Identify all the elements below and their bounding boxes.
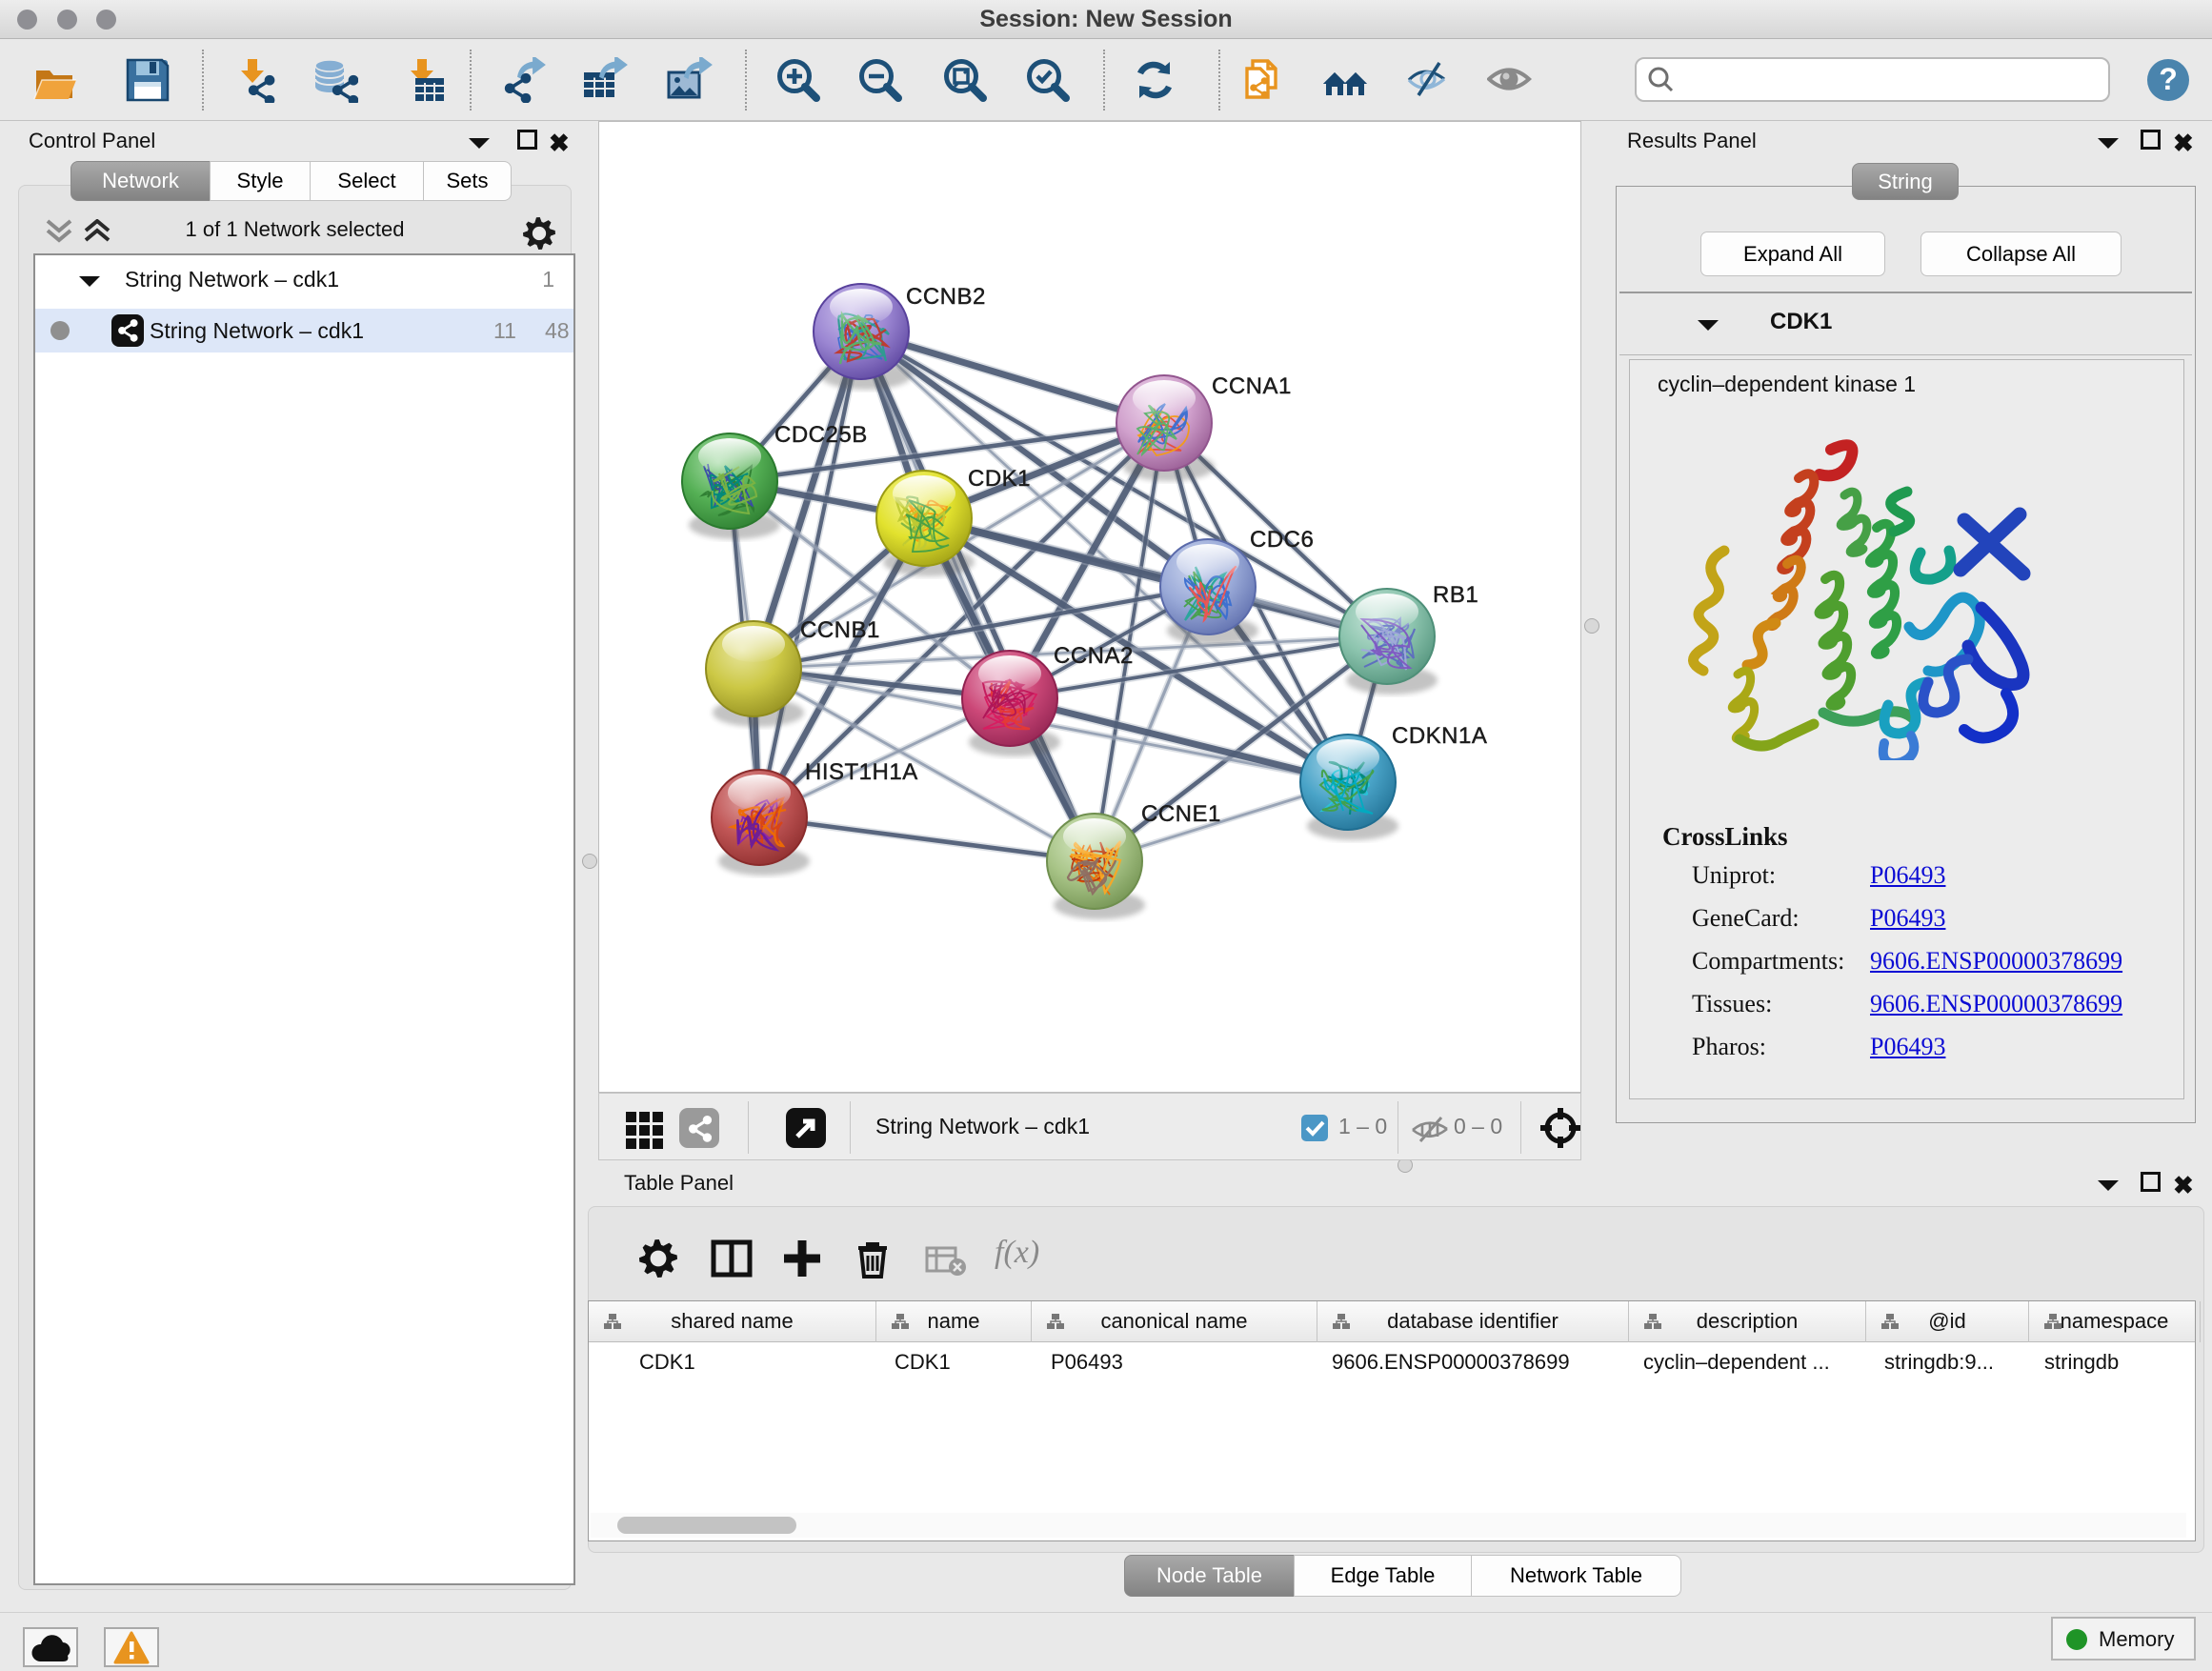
svg-text:CDC25B: CDC25B [774, 422, 868, 448]
svg-text:CCNA2: CCNA2 [1054, 643, 1134, 669]
svg-text:CCNE1: CCNE1 [1141, 801, 1221, 827]
svg-text:CCNB2: CCNB2 [906, 284, 986, 310]
svg-text:CCNB1: CCNB1 [800, 617, 880, 643]
svg-text:?: ? [2159, 62, 2178, 96]
svg-text:CDKN1A: CDKN1A [1392, 723, 1487, 749]
svg-text:RB1: RB1 [1433, 582, 1478, 608]
svg-text:CDC6: CDC6 [1250, 527, 1314, 553]
svg-text:CDK1: CDK1 [968, 466, 1031, 492]
svg-text:CCNA1: CCNA1 [1212, 373, 1292, 399]
svg-text:HIST1H1A: HIST1H1A [805, 759, 918, 785]
